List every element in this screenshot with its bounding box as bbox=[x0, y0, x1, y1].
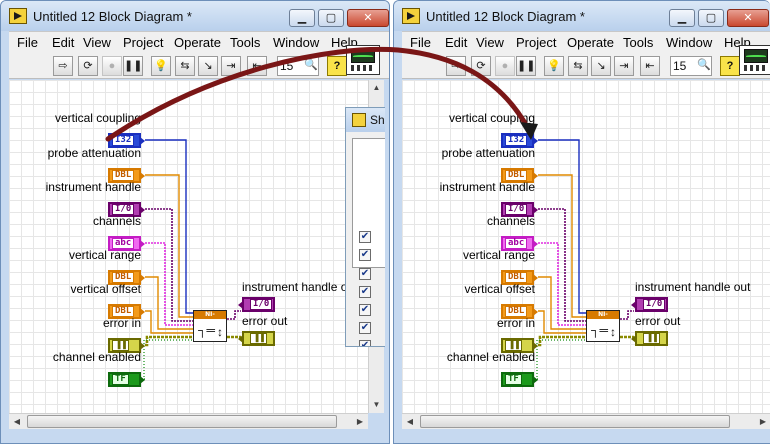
terminal-label: error in bbox=[496, 316, 535, 330]
control-terminal[interactable]: TF bbox=[501, 372, 538, 387]
screen: Untitled 12 Block Diagram * ▁ ▢ ✕ File Edit Vi… bbox=[0, 0, 770, 444]
terminal-arrow-icon bbox=[533, 240, 538, 248]
niscope-configure-vertical-subvi[interactable]: NI-SCOPE ┐═ ↕ bbox=[193, 310, 227, 342]
terminal-type: I32 bbox=[112, 135, 135, 146]
terminal-label: channels bbox=[92, 214, 141, 228]
block-diagram-window-left: Untitled 12 Block Diagram * ▁ ▢ ✕ File Edit Vi… bbox=[0, 0, 390, 444]
dialog-app-icon bbox=[352, 113, 366, 127]
terminal-arrow-icon bbox=[631, 335, 636, 343]
terminal-label: channel enabled bbox=[446, 350, 535, 364]
terminal-label: vertical coupling bbox=[448, 111, 535, 125]
terminal-label: channel enabled bbox=[52, 350, 141, 364]
terminal-type: TF bbox=[112, 374, 129, 385]
terminal-label: vertical range bbox=[462, 248, 535, 262]
subvi-band: NI-SCOPE bbox=[194, 311, 226, 326]
terminal-arrow-icon bbox=[140, 274, 145, 282]
block-diagram-window-right: Untitled 12 Block Diagram * ▁ ▢ ✕ File Edit Vi… bbox=[393, 0, 770, 444]
up-down-arrow-icon: ↕ bbox=[610, 325, 616, 339]
terminal-arrow-icon bbox=[533, 376, 538, 384]
terminal-arrow-icon bbox=[533, 342, 538, 350]
terminal-arrow-icon bbox=[140, 172, 145, 180]
terminal-arrow-icon bbox=[140, 137, 145, 145]
terminal-label: instrument handle out bbox=[635, 280, 751, 294]
checkbox[interactable]: ✔ bbox=[359, 231, 371, 243]
terminal-arrow-icon bbox=[140, 240, 145, 248]
terminal-arrow-icon bbox=[533, 308, 538, 316]
indicator-terminal[interactable]: ▐▐ bbox=[238, 331, 275, 346]
wires bbox=[536, 139, 634, 380]
terminal-label: probe attenuation bbox=[441, 146, 535, 160]
terminal-arrow-icon bbox=[140, 342, 145, 350]
terminal-label: instrument handle bbox=[439, 180, 535, 194]
wires bbox=[143, 139, 241, 380]
terminal-arrow-icon bbox=[533, 172, 538, 180]
terminal-type: I32 bbox=[505, 135, 528, 146]
vertical-config-icon: ┐═ bbox=[198, 323, 216, 337]
terminal-label: channels bbox=[486, 214, 535, 228]
up-down-arrow-icon: ↕ bbox=[217, 325, 223, 339]
show-hide-dialog: Sh ✔ ✔ ✔ ✔ ✔ ✔ ✔ bbox=[345, 107, 385, 347]
terminal-type: TF bbox=[505, 374, 522, 385]
terminal-label: instrument handle bbox=[45, 180, 141, 194]
terminal-type: ▐▐ bbox=[643, 333, 660, 344]
indicator-terminal[interactable]: ▐▐ bbox=[631, 331, 668, 346]
terminal-label: error out bbox=[635, 314, 681, 328]
terminal-label: instrument handle out bbox=[242, 280, 358, 294]
wire-error-in[interactable] bbox=[538, 335, 586, 347]
checkbox[interactable]: ✔ bbox=[359, 249, 371, 261]
wire-channel-enabled[interactable] bbox=[143, 339, 193, 380]
terminal-arrow-icon bbox=[533, 206, 538, 214]
checkbox[interactable]: ✔ bbox=[359, 286, 371, 298]
terminal-arrow-icon bbox=[140, 376, 145, 384]
terminal-label: vertical offset bbox=[464, 282, 535, 296]
wire-instrument-handle-out[interactable] bbox=[227, 310, 241, 320]
terminal-label: vertical offset bbox=[70, 282, 141, 296]
niscope-configure-vertical-subvi[interactable]: NI-SCOPE ┐═ ↕ bbox=[586, 310, 620, 342]
checkbox[interactable]: ✔ bbox=[359, 304, 371, 316]
terminal-label: error in bbox=[102, 316, 141, 330]
terminal-arrow-icon bbox=[533, 137, 538, 145]
wire-error-in[interactable] bbox=[145, 335, 193, 347]
wire-channel-enabled[interactable] bbox=[536, 339, 586, 380]
terminal-label: vertical range bbox=[68, 248, 141, 262]
checkbox[interactable]: ✔ bbox=[359, 340, 371, 346]
control-terminal[interactable]: TF bbox=[108, 372, 145, 387]
wire-vertical-coupling[interactable] bbox=[538, 139, 586, 314]
indicator-terminal[interactable]: I/0 bbox=[631, 297, 668, 312]
wire-vertical-coupling[interactable] bbox=[145, 139, 193, 314]
terminal-arrow-icon bbox=[238, 335, 243, 343]
terminal-label: error out bbox=[242, 314, 288, 328]
terminal-arrow-icon bbox=[631, 301, 636, 309]
indicator-terminal[interactable]: I/0 bbox=[238, 297, 275, 312]
subvi-band: NI-SCOPE bbox=[587, 311, 619, 326]
terminal-arrow-icon bbox=[238, 301, 243, 309]
terminal-arrow-icon bbox=[140, 308, 145, 316]
wire-instrument-handle-out[interactable] bbox=[620, 310, 634, 320]
terminal-type: I/0 bbox=[250, 299, 273, 310]
terminal-type: I/0 bbox=[643, 299, 666, 310]
terminal-label: probe attenuation bbox=[47, 146, 141, 160]
terminal-arrow-icon bbox=[533, 274, 538, 282]
terminal-label: vertical coupling bbox=[54, 111, 141, 125]
checkbox[interactable]: ✔ bbox=[359, 322, 371, 334]
terminal-arrow-icon bbox=[140, 206, 145, 214]
checkbox[interactable]: ✔ bbox=[359, 268, 371, 280]
terminal-type: ▐▐ bbox=[250, 333, 267, 344]
vertical-config-icon: ┐═ bbox=[591, 323, 609, 337]
